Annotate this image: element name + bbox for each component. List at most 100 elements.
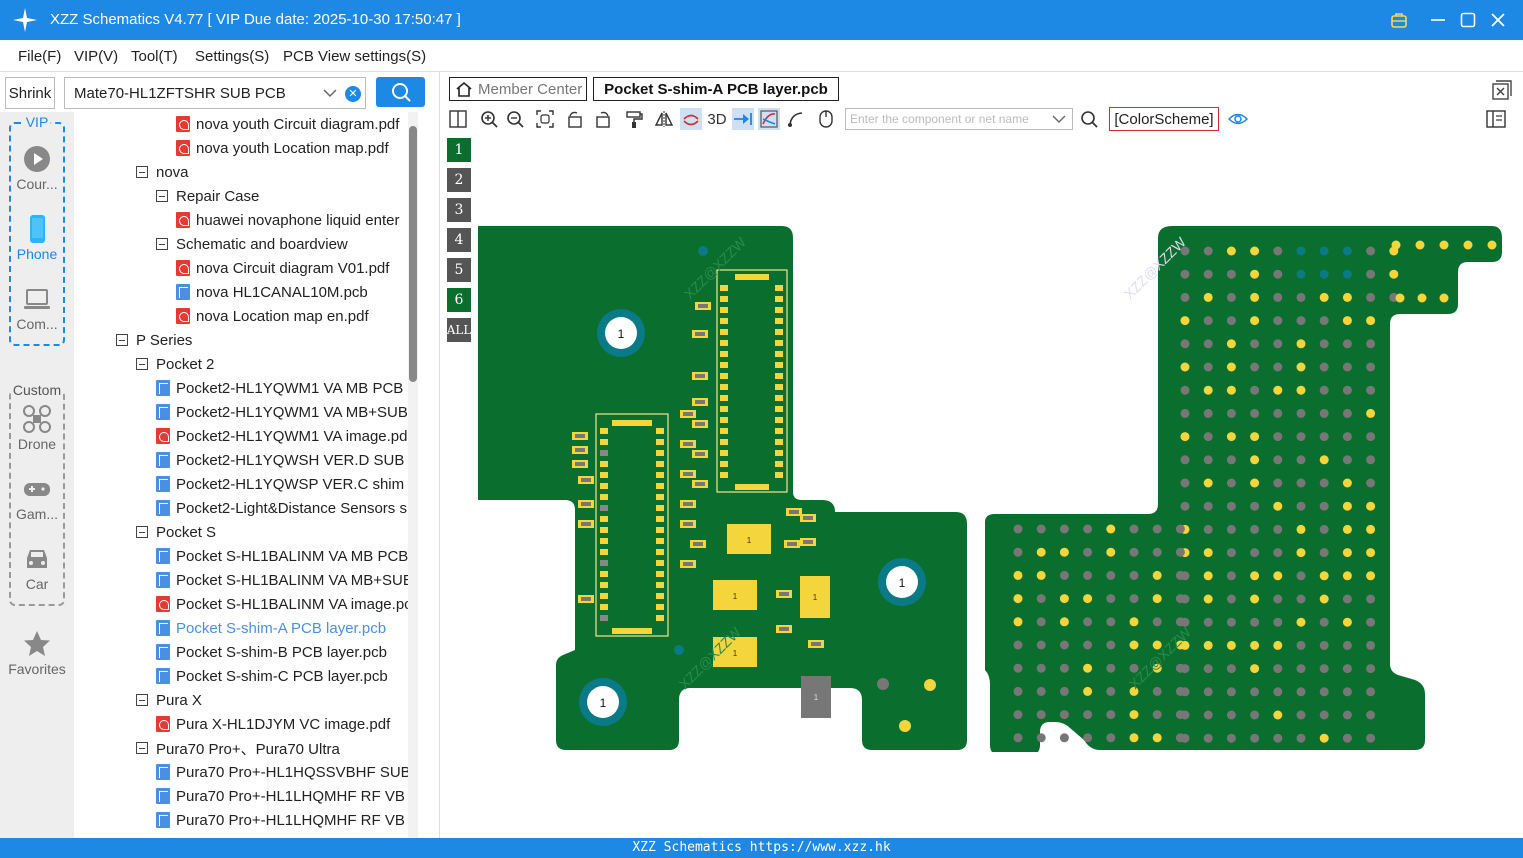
color-scheme-button[interactable]: [ColorScheme] <box>1109 107 1219 131</box>
file-search-input[interactable]: Mate70-HL1ZFTSHR SUB PCB ✕ <box>64 77 366 109</box>
component-search-input[interactable]: Enter the component or net name <box>845 108 1073 130</box>
component-pad[interactable]: 1 <box>801 676 831 718</box>
bag-icon[interactable] <box>1388 9 1410 31</box>
layer-1-button[interactable]: 1 <box>447 138 471 162</box>
pin-arrow-icon[interactable] <box>732 108 754 130</box>
tree-folder[interactable]: Pocket S <box>136 520 216 544</box>
tree-folder[interactable]: nova <box>136 160 189 184</box>
bga-ball <box>1319 617 1329 627</box>
menu-vip[interactable]: VIP(V) <box>74 48 118 65</box>
menu-bar: File(F) VIP(V) Tool(T) Settings(S) PCB V… <box>0 40 1523 72</box>
rotate-left-icon[interactable] <box>564 108 586 130</box>
tree-file[interactable]: Pura70 Pro+-HL1HQSSVBHF SUB F <box>156 760 418 784</box>
eye-icon[interactable] <box>1227 108 1249 130</box>
category-computer[interactable]: Com... <box>0 284 74 332</box>
chevron-down-icon[interactable] <box>321 84 339 102</box>
tree-item-label: Pocket2-HL1YQWSP VER.C shim PC <box>176 475 418 493</box>
tab-active-pcb[interactable]: Pocket S-shim-A PCB layer.pcb <box>593 77 839 101</box>
tree-file[interactable]: nova youth Location map.pdf <box>176 136 389 160</box>
tree-file[interactable]: nova youth Circuit diagram.pdf <box>176 112 399 136</box>
tree-file[interactable]: Pocket S-HL1BALINM VA image.pc <box>156 592 412 616</box>
layer-2-button[interactable]: 2 <box>447 168 471 192</box>
category-phone[interactable]: Phone <box>0 214 74 262</box>
tree-folder[interactable]: Repair Case <box>156 184 259 208</box>
menu-pcb-view-settings[interactable]: PCB View settings(S) <box>283 48 426 65</box>
category-car[interactable]: Car <box>0 544 74 592</box>
smd-pad <box>600 472 608 478</box>
tree-folder[interactable]: Schematic and boardview <box>156 232 348 256</box>
tree-file[interactable]: Pura70 Pro+-HL1LHQMHF RF VB M <box>156 808 418 832</box>
pcb-board-canvas[interactable]: 1 1 1 1 1 1 1 1 XZZ@XZZW XZZ@XZZW XZZ@XZ… <box>476 222 1506 752</box>
maximize-button[interactable] <box>1457 9 1479 31</box>
category-drone[interactable]: Drone <box>0 404 74 452</box>
layer-3-button[interactable]: 3 <box>447 198 471 222</box>
layer-5-button[interactable]: 5 <box>447 258 471 282</box>
category-games[interactable]: Gam... <box>0 474 74 522</box>
close-tab-icon[interactable] <box>1492 80 1512 100</box>
tree-folder[interactable]: Pura X <box>136 688 202 712</box>
chevron-down-icon[interactable] <box>1052 113 1066 125</box>
paint-roller-icon[interactable] <box>623 108 645 130</box>
bga-ball <box>1203 594 1213 604</box>
mirror-icon[interactable] <box>653 108 675 130</box>
tree-file[interactable]: nova Circuit diagram V01.pdf <box>176 256 389 280</box>
zoom-out-icon[interactable] <box>504 108 526 130</box>
bga-ball <box>1180 362 1190 372</box>
tree-file[interactable]: Pura70 Pro+-HL1LHQMHF RF VB M <box>156 784 418 808</box>
pcb-file-icon <box>156 788 170 804</box>
clear-icon[interactable]: ✕ <box>345 86 361 102</box>
tree-file[interactable]: Pocket2-HL1YQWSH VER.D SUB PC <box>156 448 418 472</box>
tree-file[interactable]: huawei novaphone liquid enter <box>176 208 400 232</box>
tree-file[interactable]: Pocket2-Light&Distance Sensors sl <box>156 496 410 520</box>
component-pad[interactable]: 1 <box>713 580 757 610</box>
tree-file[interactable]: Pocket S-shim-C PCB layer.pcb <box>156 664 388 688</box>
tree-folder[interactable]: P Series <box>116 328 192 352</box>
layer-4-button[interactable]: 4 <box>447 228 471 252</box>
tree-scrollbar-thumb[interactable] <box>409 126 417 382</box>
menu-tool[interactable]: Tool(T) <box>131 48 178 65</box>
menu-file[interactable]: File(F) <box>18 48 61 65</box>
bga-ball <box>1319 339 1329 349</box>
layer-6-button[interactable]: 6 <box>447 288 471 312</box>
bga-ball <box>1342 594 1352 604</box>
tree-file[interactable]: Pocket2-HL1YQWSP VER.C shim PC <box>156 472 418 496</box>
tree-file[interactable]: Pocket S-HL1BALINM VA MB PCB <box>156 544 408 568</box>
tree-file[interactable]: Pocket2-HL1YQWM1 VA MB PCB l <box>156 376 411 400</box>
tree-file[interactable]: Pocket S-shim-B PCB layer.pcb <box>156 640 387 664</box>
zoom-in-icon[interactable] <box>478 108 500 130</box>
tree-file[interactable]: Pocket2-HL1YQWM1 VA image.pd <box>156 424 408 448</box>
tree-file[interactable]: Pura X-HL1DJYM VC image.pdf <box>156 712 390 736</box>
net-highlight-icon[interactable] <box>758 108 780 130</box>
split-view-icon[interactable] <box>447 108 469 130</box>
tree-file[interactable]: nova Location map en.pdf <box>176 304 369 328</box>
tree-file[interactable]: Pocket S-shim-A PCB layer.pcb <box>156 616 386 640</box>
smd-pad <box>656 615 664 621</box>
mouse-icon[interactable] <box>815 108 837 130</box>
tree-item-label: nova youth Circuit diagram.pdf <box>196 115 400 133</box>
component-pad[interactable]: 1 <box>727 524 771 554</box>
component-pad[interactable]: 1 <box>800 576 830 618</box>
search-button[interactable] <box>376 77 425 107</box>
menu-settings[interactable]: Settings(S) <box>195 48 269 65</box>
minimize-button[interactable] <box>1427 9 1449 31</box>
tree-file[interactable]: nova HL1CANAL10M.pcb <box>176 280 368 304</box>
tree-folder[interactable]: Pocket 2 <box>136 352 214 376</box>
flip-board-icon[interactable] <box>680 108 702 130</box>
shrink-button[interactable]: Shrink <box>5 77 55 109</box>
3d-view-button[interactable]: 3D <box>705 108 729 130</box>
side-panel-icon[interactable] <box>1485 108 1507 130</box>
fit-view-icon[interactable] <box>534 108 556 130</box>
category-courses[interactable]: Cour... <box>0 144 74 192</box>
tree-scrollbar[interactable] <box>408 112 418 838</box>
tree-file[interactable]: Pocket S-HL1BALINM VA MB+SUB <box>156 568 413 592</box>
bga-ball <box>1296 316 1306 326</box>
component-search-icon[interactable] <box>1078 108 1100 130</box>
rotate-right-icon[interactable] <box>592 108 614 130</box>
layer-all-button[interactable]: ALL <box>447 318 471 342</box>
trace-icon[interactable] <box>785 108 807 130</box>
tree-folder[interactable]: Pura70 Pro+、Pura70 Ultra <box>136 736 340 760</box>
tree-file[interactable]: Pocket2-HL1YQWM1 VA MB+SUB <box>156 400 408 424</box>
tab-member-center[interactable]: Member Center <box>449 77 587 101</box>
category-favorites[interactable]: Favorites <box>0 629 74 677</box>
close-button[interactable] <box>1487 9 1509 31</box>
